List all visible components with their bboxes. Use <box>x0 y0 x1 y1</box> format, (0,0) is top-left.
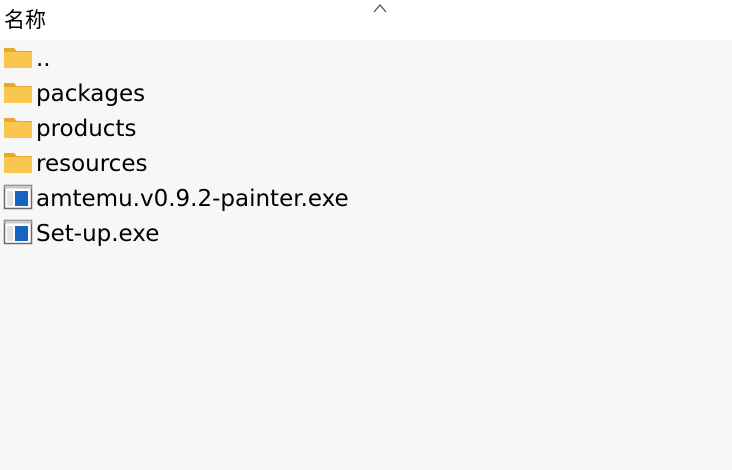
folder-icon <box>4 83 32 103</box>
list-item-products[interactable]: products <box>0 111 732 146</box>
list-item-packages[interactable]: packages <box>0 76 732 111</box>
list-item-amtemu-exe[interactable]: amtemu.v0.9.2-painter.exe <box>0 181 732 216</box>
chevron-up-icon[interactable] <box>372 2 388 14</box>
list-item-resources[interactable]: resources <box>0 146 732 181</box>
file-name: .. <box>36 46 51 72</box>
folder-icon <box>4 153 32 173</box>
executable-icon <box>3 184 33 210</box>
folder-icon <box>4 48 32 68</box>
executable-icon <box>3 219 33 245</box>
file-name: Set-up.exe <box>36 221 160 247</box>
file-name: resources <box>36 151 148 177</box>
folder-icon <box>4 118 32 138</box>
column-header: 名称 <box>0 0 732 40</box>
file-name: packages <box>36 81 146 107</box>
file-name: products <box>36 116 137 142</box>
name-column-header[interactable]: 名称 <box>4 7 46 33</box>
list-item-setup-exe[interactable]: Set-up.exe <box>0 216 732 251</box>
file-list: .. packages products resources amtemu.v0… <box>0 41 732 251</box>
list-item-parent-folder[interactable]: .. <box>0 41 732 76</box>
file-name: amtemu.v0.9.2-painter.exe <box>36 186 349 212</box>
